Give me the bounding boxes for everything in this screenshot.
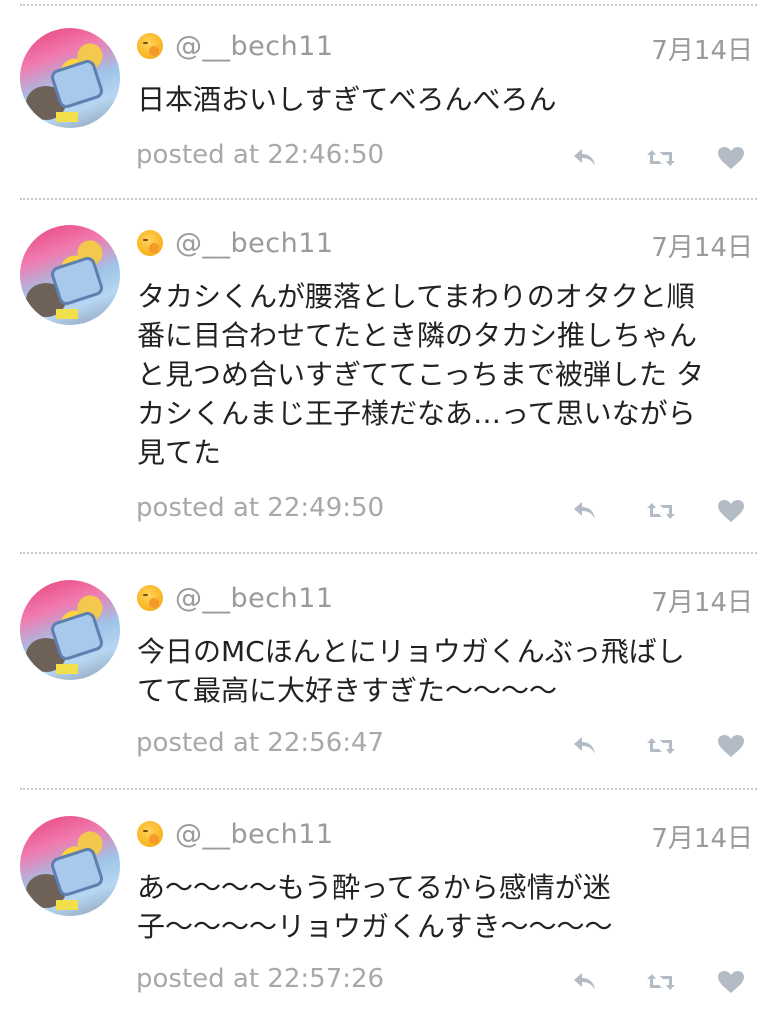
tweet-item[interactable]: @__bech11 7月14日 今日のMCほんとにリョウガくんぶっ飛ばし てて最… [0, 580, 777, 770]
tweet-text: タカシくんが腰落としてまわりのオタクと順 番に目合わせてたとき隣のタカシ推しちゃ… [137, 280, 704, 469]
avatar[interactable] [20, 580, 120, 680]
posted-time: posted at 22:49:50 [136, 493, 385, 523]
tweet-meta: posted at 22:57:26 [0, 964, 777, 1000]
tweet-item[interactable]: @__bech11 7月14日 あ〜〜〜〜もう酔ってるから感情が迷 子〜〜〜〜リ… [0, 816, 777, 1006]
reply-icon[interactable] [567, 728, 603, 764]
username[interactable]: @__bech11 [175, 583, 334, 614]
avatar[interactable] [20, 28, 120, 128]
tweet-text: 日本酒おいしすぎてべろんべろん [137, 83, 557, 116]
retweet-icon[interactable] [643, 728, 679, 764]
emoji-icon [137, 230, 163, 256]
tweet-item[interactable]: @__bech11 7月14日 タカシくんが腰落としてまわりのオタクと順 番に目… [0, 225, 777, 535]
tweet-date: 7月14日 [651, 36, 753, 66]
user-row: @__bech11 [137, 227, 334, 259]
divider [20, 198, 757, 200]
reply-icon[interactable] [567, 140, 603, 176]
username[interactable]: @__bech11 [175, 31, 334, 62]
emoji-icon [137, 821, 163, 847]
tweet-meta: posted at 22:46:50 [0, 140, 777, 176]
heart-icon[interactable] [713, 140, 749, 176]
emoji-icon [137, 585, 163, 611]
tweet-date: 7月14日 [651, 588, 753, 618]
reply-icon[interactable] [567, 493, 603, 529]
username[interactable]: @__bech11 [175, 819, 334, 850]
emoji-icon [137, 33, 163, 59]
user-row: @__bech11 [137, 818, 334, 850]
heart-icon[interactable] [713, 728, 749, 764]
avatar[interactable] [20, 225, 120, 325]
tweet-meta: posted at 22:49:50 [0, 493, 777, 529]
tweet-date: 7月14日 [651, 824, 753, 854]
posted-time: posted at 22:56:47 [136, 728, 385, 758]
tweet-text: 今日のMCほんとにリョウガくんぶっ飛ばし てて最高に大好きすぎた〜〜〜〜 [137, 635, 685, 707]
retweet-icon[interactable] [643, 493, 679, 529]
divider [20, 788, 757, 790]
heart-icon[interactable] [713, 964, 749, 1000]
avatar[interactable] [20, 816, 120, 916]
user-row: @__bech11 [137, 30, 334, 62]
tweet-date: 7月14日 [651, 233, 753, 263]
username[interactable]: @__bech11 [175, 228, 334, 259]
divider [20, 4, 757, 6]
divider [20, 552, 757, 554]
posted-time: posted at 22:46:50 [136, 140, 385, 170]
tweet-feed: @__bech11 7月14日 日本酒おいしすぎてべろんべろん posted a… [0, 0, 777, 1024]
reply-icon[interactable] [567, 964, 603, 1000]
posted-time: posted at 22:57:26 [136, 964, 385, 994]
heart-icon[interactable] [713, 493, 749, 529]
user-row: @__bech11 [137, 582, 334, 614]
tweet-item[interactable]: @__bech11 7月14日 日本酒おいしすぎてべろんべろん posted a… [0, 28, 777, 188]
retweet-icon[interactable] [643, 140, 679, 176]
tweet-meta: posted at 22:56:47 [0, 728, 777, 764]
retweet-icon[interactable] [643, 964, 679, 1000]
tweet-text: あ〜〜〜〜もう酔ってるから感情が迷 子〜〜〜〜リョウガくんすき〜〜〜〜 [137, 871, 613, 943]
